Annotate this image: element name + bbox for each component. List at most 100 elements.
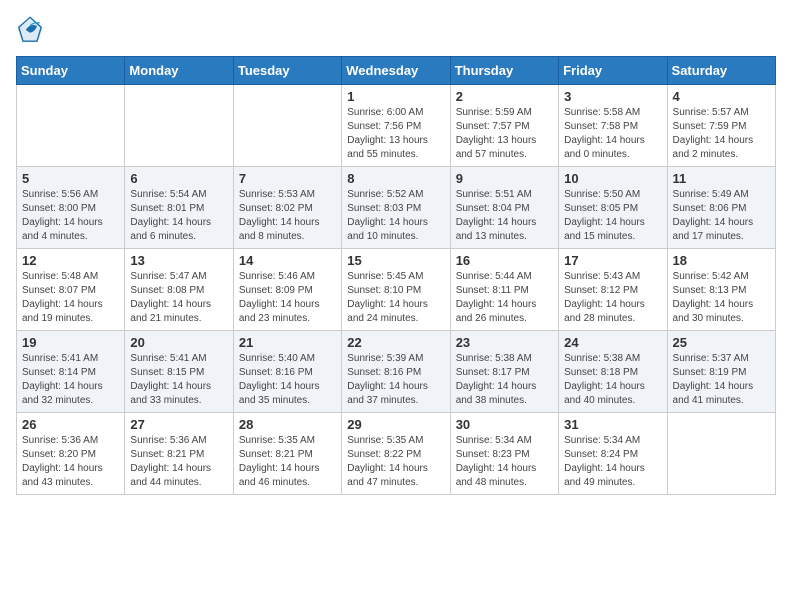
calendar-cell bbox=[667, 413, 775, 495]
calendar-cell: 30 Sunrise: 5:34 AMSunset: 8:23 PMDayligh… bbox=[450, 413, 558, 495]
day-number: 23 bbox=[456, 335, 553, 350]
day-number: 18 bbox=[673, 253, 770, 268]
day-info: Sunrise: 5:47 AMSunset: 8:08 PMDaylight:… bbox=[130, 270, 227, 326]
day-number: 9 bbox=[456, 171, 553, 186]
day-number: 1 bbox=[347, 89, 444, 104]
day-info: Sunrise: 5:36 AMSunset: 8:20 PMDaylight:… bbox=[22, 434, 119, 490]
day-info: Sunrise: 5:46 AMSunset: 8:09 PMDaylight:… bbox=[239, 270, 336, 326]
calendar-cell: 22Sunrise: 5:39 AMSunset: 8:16 PMDayligh… bbox=[342, 331, 450, 413]
calendar-cell: 19 Sunrise: 5:41 AMSunset: 8:14 PMDayligh… bbox=[17, 331, 125, 413]
calendar-cell: 5 Sunrise: 5:56 AMSunset: 8:00 PMDaylight… bbox=[17, 167, 125, 249]
calendar-cell: 15 Sunrise: 5:45 AMSunset: 8:10 PMDayligh… bbox=[342, 249, 450, 331]
calendar-cell: 28Sunrise: 5:35 AMSunset: 8:21 PMDayligh… bbox=[233, 413, 341, 495]
calendar-week-row: 26 Sunrise: 5:36 AMSunset: 8:20 PMDayligh… bbox=[17, 413, 776, 495]
day-info: Sunrise: 5:56 AMSunset: 8:00 PMDaylight:… bbox=[22, 188, 119, 244]
day-number: 14 bbox=[239, 253, 336, 268]
day-number: 26 bbox=[22, 417, 119, 432]
day-number: 13 bbox=[130, 253, 227, 268]
calendar-cell: 8 Sunrise: 5:52 AMSunset: 8:03 PMDaylight… bbox=[342, 167, 450, 249]
day-number: 16 bbox=[456, 253, 553, 268]
day-number: 25 bbox=[673, 335, 770, 350]
calendar-cell bbox=[233, 85, 341, 167]
calendar-header-monday: Monday bbox=[125, 57, 233, 85]
day-info: Sunrise: 6:00 AMSunset: 7:56 PMDaylight:… bbox=[347, 106, 444, 162]
calendar-week-row: 1 Sunrise: 6:00 AMSunset: 7:56 PMDaylight… bbox=[17, 85, 776, 167]
calendar-cell: 3 Sunrise: 5:58 AMSunset: 7:58 PMDaylight… bbox=[559, 85, 667, 167]
calendar-cell: 20 Sunrise: 5:41 AMSunset: 8:15 PMDayligh… bbox=[125, 331, 233, 413]
header bbox=[16, 16, 776, 44]
day-info: Sunrise: 5:35 AMSunset: 8:21 PMDaylight:… bbox=[239, 434, 336, 490]
day-number: 6 bbox=[130, 171, 227, 186]
day-info: Sunrise: 5:38 AMSunset: 8:18 PMDaylight:… bbox=[564, 352, 661, 408]
day-number: 19 bbox=[22, 335, 119, 350]
day-info: Sunrise: 5:59 AMSunset: 7:57 PMDaylight:… bbox=[456, 106, 553, 162]
day-info: Sunrise: 5:50 AMSunset: 8:05 PMDaylight:… bbox=[564, 188, 661, 244]
day-info: Sunrise: 5:37 AMSunset: 8:19 PMDaylight:… bbox=[673, 352, 770, 408]
day-number: 24 bbox=[564, 335, 661, 350]
calendar-cell: 17 Sunrise: 5:43 AMSunset: 8:12 PMDayligh… bbox=[559, 249, 667, 331]
calendar-cell: 9 Sunrise: 5:51 AMSunset: 8:04 PMDaylight… bbox=[450, 167, 558, 249]
day-info: Sunrise: 5:52 AMSunset: 8:03 PMDaylight:… bbox=[347, 188, 444, 244]
calendar-cell: 29 Sunrise: 5:35 AMSunset: 8:22 PMDayligh… bbox=[342, 413, 450, 495]
day-number: 17 bbox=[564, 253, 661, 268]
day-info: Sunrise: 5:35 AMSunset: 8:22 PMDaylight:… bbox=[347, 434, 444, 490]
calendar-cell: 2 Sunrise: 5:59 AMSunset: 7:57 PMDaylight… bbox=[450, 85, 558, 167]
day-number: 4 bbox=[673, 89, 770, 104]
day-number: 21 bbox=[239, 335, 336, 350]
day-number: 2 bbox=[456, 89, 553, 104]
calendar-cell: 14 Sunrise: 5:46 AMSunset: 8:09 PMDayligh… bbox=[233, 249, 341, 331]
calendar-cell: 23 Sunrise: 5:38 AMSunset: 8:17 PMDayligh… bbox=[450, 331, 558, 413]
day-info: Sunrise: 5:41 AMSunset: 8:15 PMDaylight:… bbox=[130, 352, 227, 408]
calendar-cell: 1 Sunrise: 6:00 AMSunset: 7:56 PMDaylight… bbox=[342, 85, 450, 167]
calendar-week-row: 5 Sunrise: 5:56 AMSunset: 8:00 PMDaylight… bbox=[17, 167, 776, 249]
day-info: Sunrise: 5:40 AMSunset: 8:16 PMDaylight:… bbox=[239, 352, 336, 408]
logo bbox=[16, 16, 48, 44]
day-number: 20 bbox=[130, 335, 227, 350]
calendar-header-wednesday: Wednesday bbox=[342, 57, 450, 85]
day-number: 8 bbox=[347, 171, 444, 186]
calendar-cell bbox=[125, 85, 233, 167]
day-info: Sunrise: 5:58 AMSunset: 7:58 PMDaylight:… bbox=[564, 106, 661, 162]
calendar-cell: 16 Sunrise: 5:44 AMSunset: 8:11 PMDayligh… bbox=[450, 249, 558, 331]
calendar-cell: 6 Sunrise: 5:54 AMSunset: 8:01 PMDaylight… bbox=[125, 167, 233, 249]
day-info: Sunrise: 5:57 AMSunset: 7:59 PMDaylight:… bbox=[673, 106, 770, 162]
day-number: 29 bbox=[347, 417, 444, 432]
day-number: 31 bbox=[564, 417, 661, 432]
day-info: Sunrise: 5:42 AMSunset: 8:13 PMDaylight:… bbox=[673, 270, 770, 326]
calendar-header-thursday: Thursday bbox=[450, 57, 558, 85]
day-info: Sunrise: 5:43 AMSunset: 8:12 PMDaylight:… bbox=[564, 270, 661, 326]
day-info: Sunrise: 5:38 AMSunset: 8:17 PMDaylight:… bbox=[456, 352, 553, 408]
day-number: 7 bbox=[239, 171, 336, 186]
logo-icon bbox=[16, 16, 44, 44]
calendar-week-row: 19 Sunrise: 5:41 AMSunset: 8:14 PMDayligh… bbox=[17, 331, 776, 413]
day-info: Sunrise: 5:45 AMSunset: 8:10 PMDaylight:… bbox=[347, 270, 444, 326]
day-number: 30 bbox=[456, 417, 553, 432]
calendar-cell: 10Sunrise: 5:50 AMSunset: 8:05 PMDayligh… bbox=[559, 167, 667, 249]
day-info: Sunrise: 5:41 AMSunset: 8:14 PMDaylight:… bbox=[22, 352, 119, 408]
calendar-cell: 26 Sunrise: 5:36 AMSunset: 8:20 PMDayligh… bbox=[17, 413, 125, 495]
day-info: Sunrise: 5:51 AMSunset: 8:04 PMDaylight:… bbox=[456, 188, 553, 244]
calendar-cell: 13 Sunrise: 5:47 AMSunset: 8:08 PMDayligh… bbox=[125, 249, 233, 331]
calendar-header-friday: Friday bbox=[559, 57, 667, 85]
calendar-cell: 4 Sunrise: 5:57 AMSunset: 7:59 PMDaylight… bbox=[667, 85, 775, 167]
day-info: Sunrise: 5:39 AMSunset: 8:16 PMDaylight:… bbox=[347, 352, 444, 408]
calendar-cell: 25 Sunrise: 5:37 AMSunset: 8:19 PMDayligh… bbox=[667, 331, 775, 413]
day-info: Sunrise: 5:44 AMSunset: 8:11 PMDaylight:… bbox=[456, 270, 553, 326]
calendar-cell: 18 Sunrise: 5:42 AMSunset: 8:13 PMDayligh… bbox=[667, 249, 775, 331]
day-number: 5 bbox=[22, 171, 119, 186]
day-info: Sunrise: 5:34 AMSunset: 8:23 PMDaylight:… bbox=[456, 434, 553, 490]
day-number: 3 bbox=[564, 89, 661, 104]
calendar-cell: 12 Sunrise: 5:48 AMSunset: 8:07 PMDayligh… bbox=[17, 249, 125, 331]
day-number: 15 bbox=[347, 253, 444, 268]
day-number: 12 bbox=[22, 253, 119, 268]
calendar-cell: 11Sunrise: 5:49 AMSunset: 8:06 PMDayligh… bbox=[667, 167, 775, 249]
day-info: Sunrise: 5:54 AMSunset: 8:01 PMDaylight:… bbox=[130, 188, 227, 244]
calendar-header-saturday: Saturday bbox=[667, 57, 775, 85]
calendar-header-sunday: Sunday bbox=[17, 57, 125, 85]
calendar-cell: 7Sunrise: 5:53 AMSunset: 8:02 PMDaylight… bbox=[233, 167, 341, 249]
calendar-cell: 21 Sunrise: 5:40 AMSunset: 8:16 PMDayligh… bbox=[233, 331, 341, 413]
day-info: Sunrise: 5:48 AMSunset: 8:07 PMDaylight:… bbox=[22, 270, 119, 326]
day-number: 11 bbox=[673, 171, 770, 186]
calendar-header-row: SundayMondayTuesdayWednesdayThursdayFrid… bbox=[17, 57, 776, 85]
calendar-week-row: 12 Sunrise: 5:48 AMSunset: 8:07 PMDayligh… bbox=[17, 249, 776, 331]
